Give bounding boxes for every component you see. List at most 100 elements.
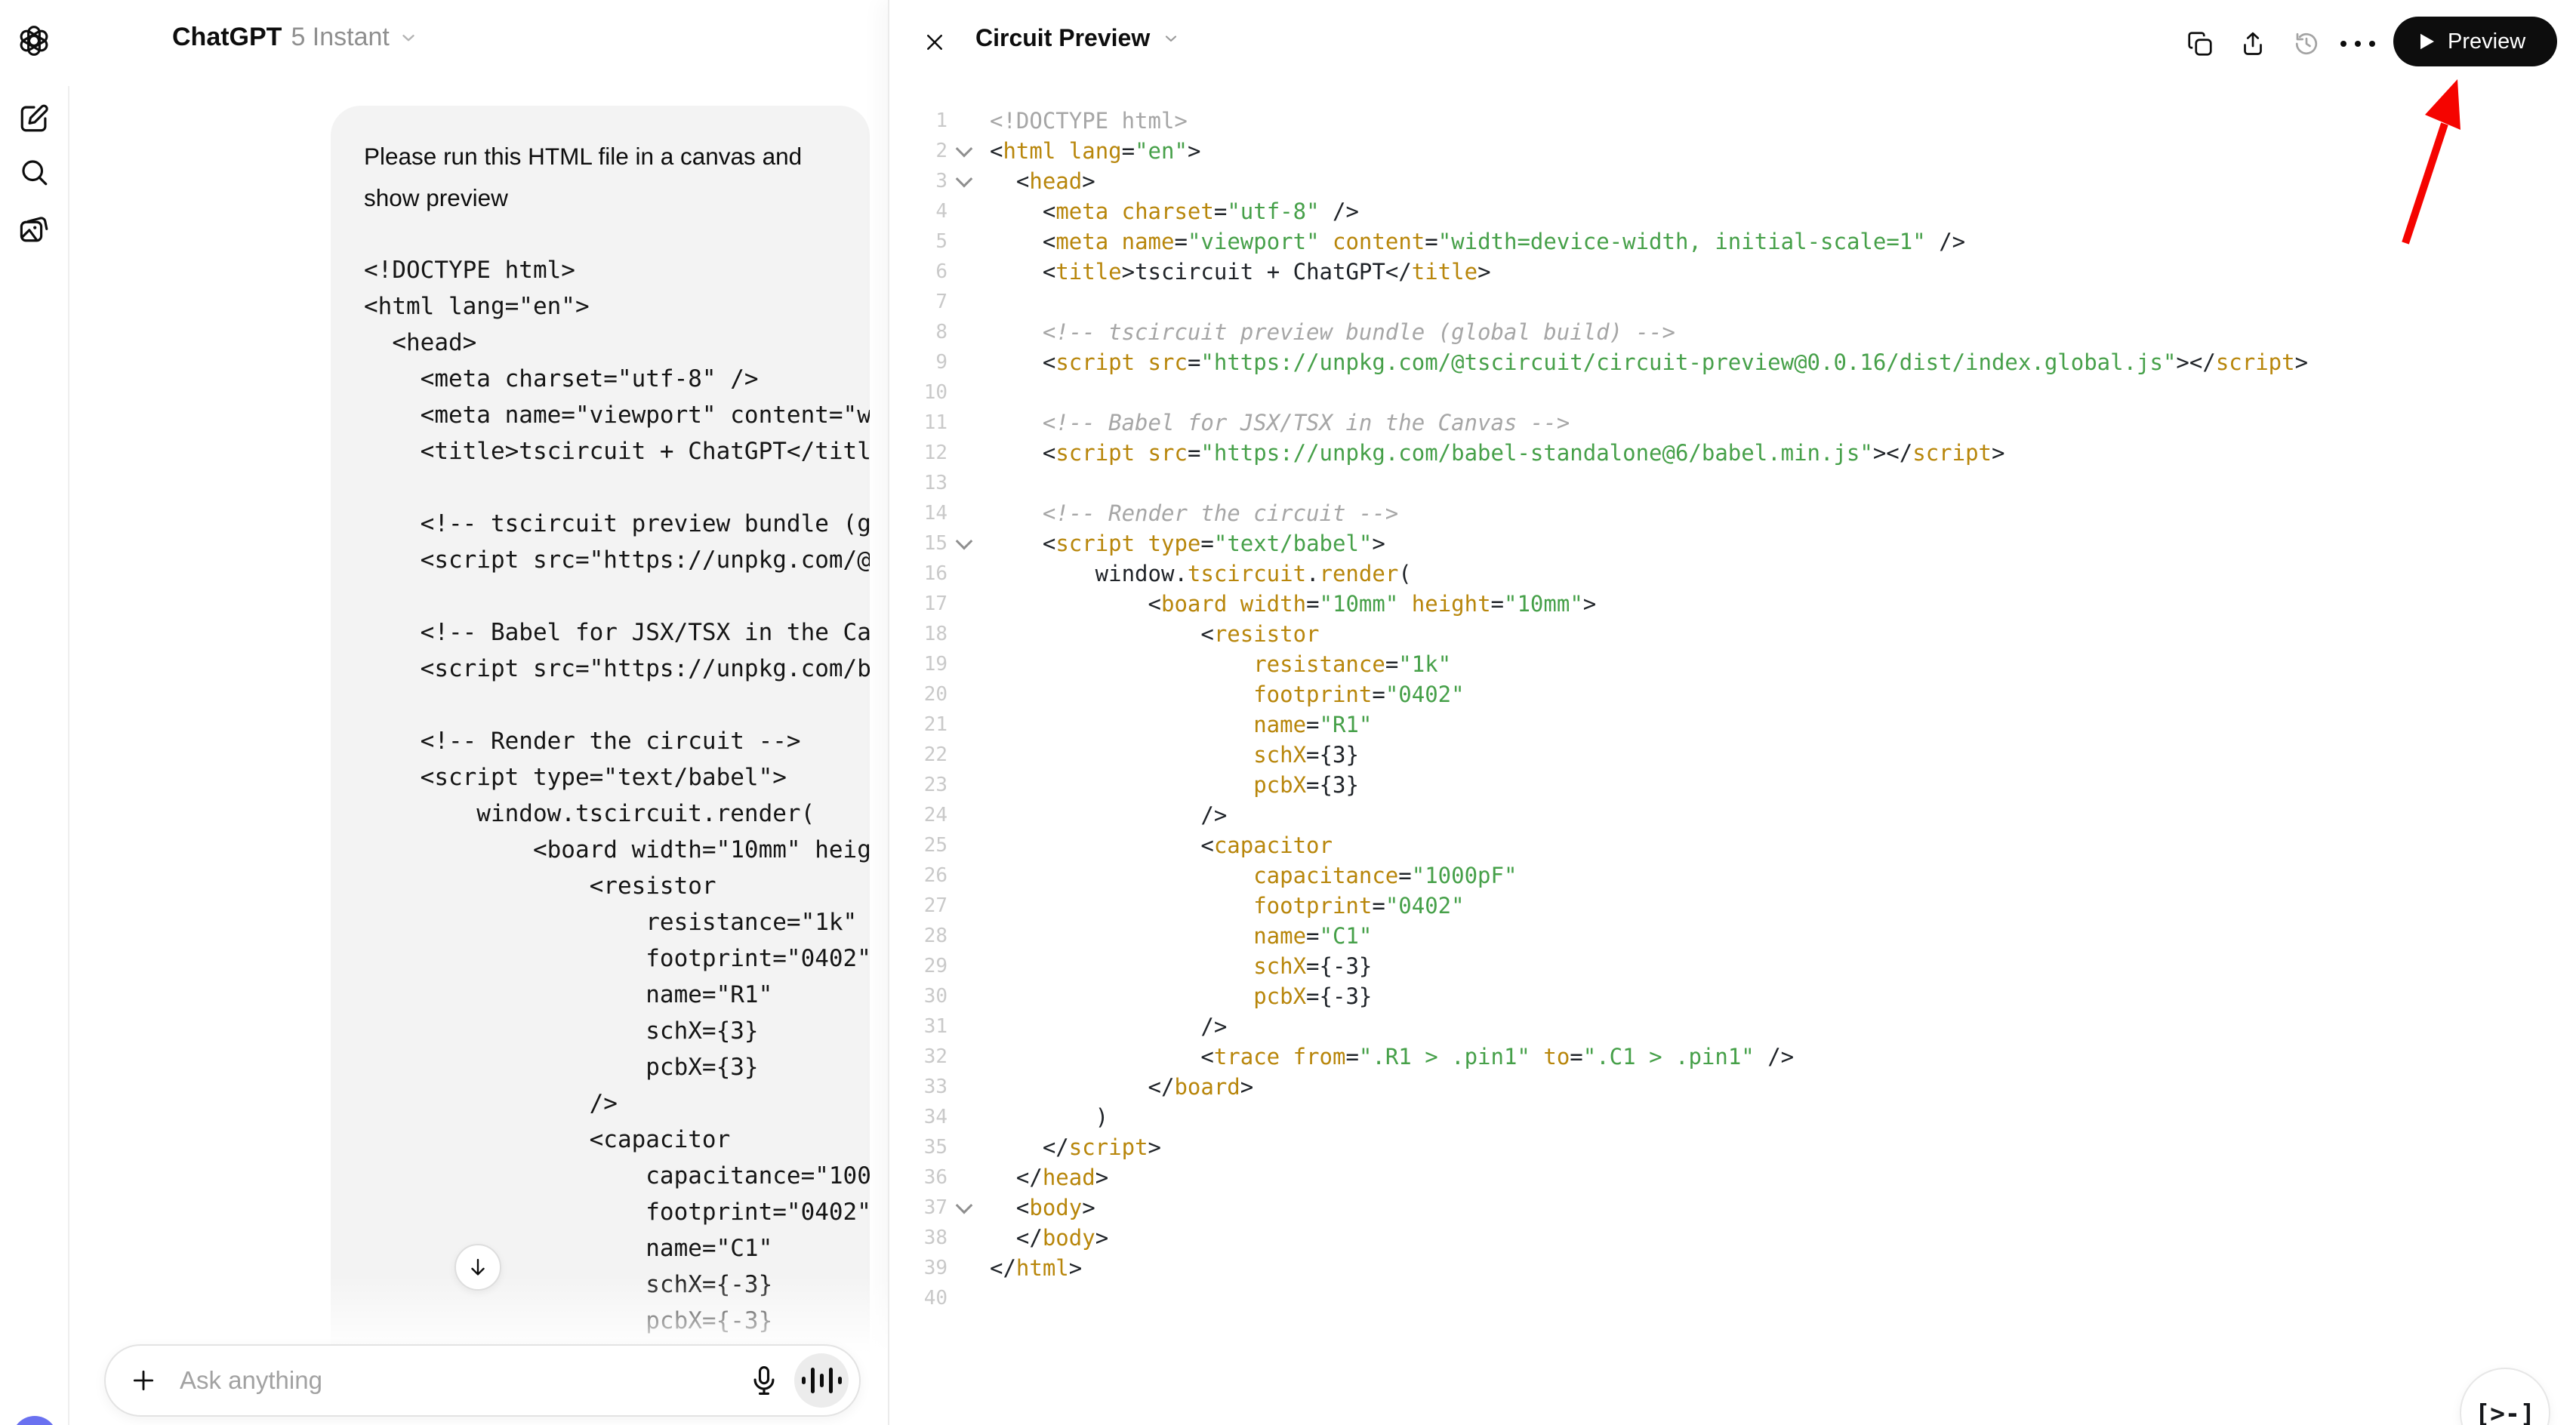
history-button[interactable] — [2291, 29, 2322, 59]
code-line-text: </body> — [990, 1225, 1108, 1251]
arrow-down-icon — [467, 1256, 489, 1279]
line-number: 11 — [889, 411, 948, 434]
line-number: 13 — [889, 472, 948, 494]
share-button[interactable] — [2238, 29, 2268, 59]
fold-chevron-icon[interactable] — [956, 533, 973, 550]
editor-line: 33 </board> — [889, 1072, 2576, 1102]
code-line-text: /> — [990, 1014, 1227, 1039]
microphone-button[interactable] — [747, 1364, 781, 1397]
preview-button[interactable]: Preview — [2393, 17, 2557, 66]
editor-line: 34 ) — [889, 1102, 2576, 1132]
terminal-icon: [>-] — [2475, 1399, 2534, 1425]
chat-input[interactable] — [178, 1365, 747, 1396]
line-number: 8 — [889, 321, 948, 343]
chevron-down-icon — [399, 28, 418, 48]
editor-line: 35 </script> — [889, 1132, 2576, 1162]
editor-line: 4 <meta charset="utf-8" /> — [889, 196, 2576, 226]
code-line-text: <trace from=".R1 > .pin1" to=".C1 > .pin… — [990, 1044, 1794, 1070]
code-line-text: window.tscircuit.render( — [990, 561, 1412, 586]
close-canvas-button[interactable] — [915, 23, 954, 62]
voice-mode-button[interactable] — [794, 1353, 849, 1408]
code-line-text: <!-- tscircuit preview bundle (global bu… — [990, 319, 1675, 345]
editor-line: 12 <script src="https://unpkg.com/babel-… — [889, 438, 2576, 468]
library-icon — [18, 213, 50, 245]
line-number: 33 — [889, 1076, 948, 1098]
editor-line: 7 — [889, 287, 2576, 317]
code-line-text: pcbX={-3} — [990, 983, 1372, 1009]
model-selector[interactable]: ChatGPT 5 Instant — [172, 23, 418, 52]
editor-line: 20 footprint="0402" — [889, 679, 2576, 709]
line-number: 39 — [889, 1257, 948, 1279]
code-line-text: /> — [990, 802, 1227, 828]
editor-line: 6 <title>tscircuit + ChatGPT</title> — [889, 257, 2576, 287]
line-number: 18 — [889, 623, 948, 645]
gutter — [948, 1202, 990, 1214]
editor-line: 39</html> — [889, 1253, 2576, 1283]
line-number: 37 — [889, 1196, 948, 1219]
line-number: 14 — [889, 502, 948, 525]
editor-line: 2 <html lang="en"> — [889, 136, 2576, 166]
line-number: 10 — [889, 381, 948, 404]
openai-logo-icon — [17, 24, 51, 57]
openai-logo[interactable] — [16, 23, 52, 59]
editor-line: 31 /> — [889, 1011, 2576, 1042]
line-number: 19 — [889, 653, 948, 676]
attach-plus-button[interactable] — [128, 1365, 159, 1396]
sidebar-item-search[interactable] — [16, 154, 52, 190]
sidebar-item-library[interactable] — [16, 211, 52, 247]
code-line-text: <capacitor — [990, 833, 1333, 858]
code-line-text: </head> — [990, 1165, 1108, 1190]
editor-line: 22 schX={3} — [889, 740, 2576, 770]
line-number: 38 — [889, 1226, 948, 1249]
copy-button[interactable] — [2185, 29, 2215, 59]
code-line-text: <html lang="en"> — [990, 138, 1200, 164]
editor-line: 36 </head> — [889, 1162, 2576, 1193]
scroll-to-bottom-button[interactable] — [454, 1244, 501, 1291]
line-number: 12 — [889, 442, 948, 464]
line-number: 29 — [889, 955, 948, 977]
code-line-text: <script src="https://unpkg.com/babel-sta… — [990, 440, 2004, 466]
play-icon — [2419, 32, 2436, 51]
sidebar-rail — [0, 0, 69, 1425]
gutter — [948, 537, 990, 549]
line-number: 9 — [889, 351, 948, 374]
fold-chevron-icon[interactable] — [956, 140, 973, 158]
line-number: 6 — [889, 260, 948, 283]
chevron-down-icon — [1162, 29, 1180, 48]
avatar[interactable] — [12, 1416, 57, 1425]
line-number: 40 — [889, 1287, 948, 1310]
editor-line: 30 pcbX={-3} — [889, 981, 2576, 1011]
code-line-text: <title>tscircuit + ChatGPT</title> — [990, 259, 1491, 285]
code-line-text: footprint="0402" — [990, 682, 1465, 707]
editor-line: 8 <!-- tscircuit preview bundle (global … — [889, 317, 2576, 347]
editor-line: 27 footprint="0402" — [889, 891, 2576, 921]
code-line-text: capacitance="1000pF" — [990, 863, 1517, 888]
code-line-text: <script src="https://unpkg.com/@tscircui… — [990, 349, 2308, 375]
code-line-text: <board width="10mm" height="10mm"> — [990, 591, 1596, 617]
fold-chevron-icon[interactable] — [956, 171, 973, 188]
code-editor[interactable]: 1<!DOCTYPE html>2<html lang="en">3 <head… — [889, 106, 2576, 1425]
editor-line: 29 schX={-3} — [889, 951, 2576, 981]
close-icon — [923, 31, 946, 54]
editor-line: 11 <!-- Babel for JSX/TSX in the Canvas … — [889, 408, 2576, 438]
fold-chevron-icon[interactable] — [956, 1197, 973, 1214]
line-number: 2 — [889, 140, 948, 162]
canvas-panel: Circuit Preview — [888, 0, 2576, 1425]
chat-header: ChatGPT 5 Instant — [68, 0, 888, 86]
user-message-code: <!DOCTYPE html> <html lang="en"> <head> … — [364, 252, 840, 1375]
user-message-bubble: Please run this HTML file in a canvas an… — [331, 106, 870, 1425]
search-icon — [18, 156, 50, 188]
line-number: 3 — [889, 170, 948, 192]
history-icon — [2293, 30, 2320, 57]
code-line-text: resistance="1k" — [990, 651, 1451, 677]
code-line-text: </script> — [990, 1134, 1161, 1160]
sidebar-item-new-chat[interactable] — [16, 100, 52, 137]
editor-line: 37 <body> — [889, 1193, 2576, 1223]
code-line-text: pcbX={3} — [990, 772, 1359, 798]
line-number: 17 — [889, 592, 948, 615]
canvas-title-dropdown[interactable]: Circuit Preview — [975, 24, 1180, 52]
code-line-text: <!-- Render the circuit --> — [990, 500, 1398, 526]
line-number: 35 — [889, 1136, 948, 1159]
canvas-menu-button[interactable] — [2343, 29, 2373, 59]
app-title: ChatGPT — [172, 23, 282, 52]
